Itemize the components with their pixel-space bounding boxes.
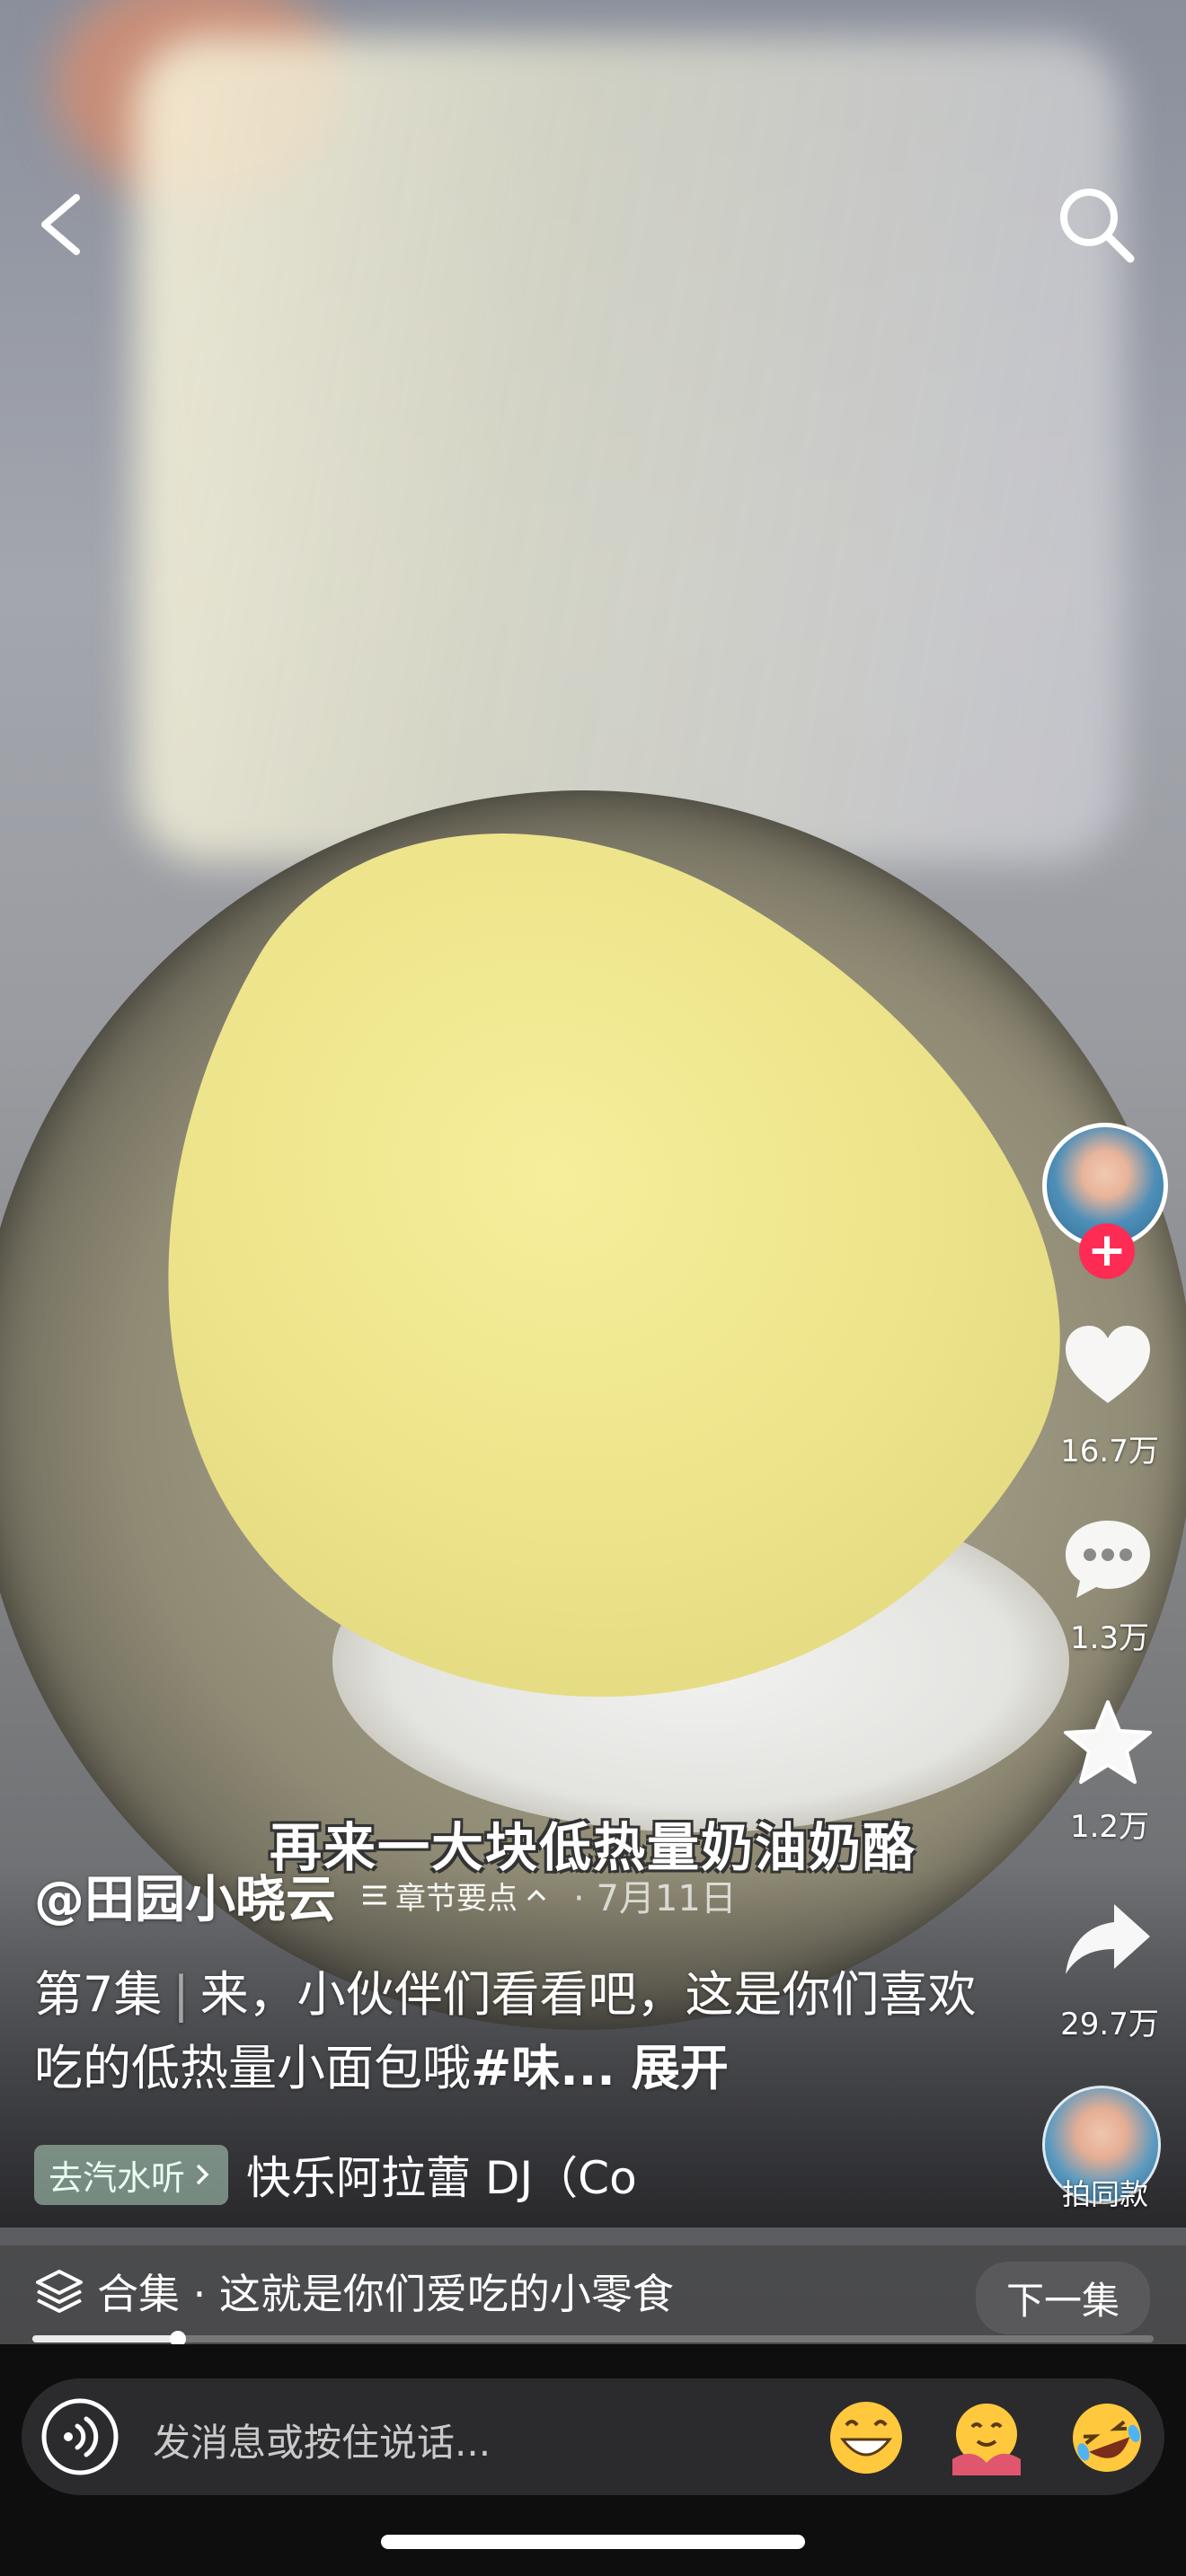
comment-icon [1066, 1521, 1150, 1598]
share-button[interactable] [1060, 1895, 1155, 1985]
post-description[interactable]: 第7集 | 来，小伙伴们看看吧，这是你们喜欢吃的低热量小面包哦#味... 展开 [34, 1958, 987, 2105]
chevron-up-icon [527, 1889, 546, 1901]
music-row[interactable]: 去汽水听 快乐阿拉蕾 DJ（Co [34, 2142, 637, 2207]
favorite-count: 1.2万 [1069, 1809, 1150, 1845]
share-arrow-icon [1066, 1904, 1150, 1974]
same-style-label[interactable]: 拍同款 [1033, 2172, 1177, 2213]
favorite-button[interactable] [1060, 1698, 1155, 1787]
hashtag-link[interactable]: #味... [471, 2040, 615, 2096]
voice-input-button[interactable] [40, 2396, 120, 2477]
like-button[interactable] [1060, 1320, 1155, 1410]
video-progress-fill [32, 2335, 179, 2342]
collection-bar[interactable]: 合集 · 这就是你们爱吃的小零食 下一集 [0, 2245, 1186, 2344]
layers-icon [36, 2270, 83, 2313]
episode-separator: | [173, 1966, 190, 2023]
video-blurred-package [135, 36, 1123, 862]
hugging-face-icon [952, 2404, 1021, 2475]
chevron-right-icon [196, 2164, 209, 2185]
author-row: @田园小晓云 章节要点 · 7月11日 [34, 1859, 737, 1931]
post-date-text: 7月11日 [596, 1878, 737, 1919]
grinning-emoji-button[interactable] [825, 2396, 907, 2479]
star-icon [1064, 1700, 1152, 1784]
listen-in-qishui-chip[interactable]: 去汽水听 [34, 2144, 229, 2205]
chapter-label: 章节要点 [395, 1880, 518, 1917]
comment-button[interactable] [1060, 1513, 1155, 1603]
post-date: · 7月11日 [573, 1878, 737, 1919]
chevron-left-icon [41, 194, 80, 255]
like-count: 16.7万 [1060, 1434, 1159, 1469]
back-button[interactable] [27, 180, 99, 269]
chip-label: 去汽水听 [49, 2157, 186, 2198]
search-button[interactable] [1051, 180, 1141, 269]
follow-button[interactable]: + [1079, 1223, 1135, 1279]
next-episode-button[interactable]: 下一集 [975, 2262, 1150, 2334]
message-input[interactable]: 发消息或按住说话... [153, 2413, 491, 2467]
grinning-face-icon [830, 2402, 902, 2474]
heart-icon [1066, 1326, 1150, 1403]
video-progress-bar[interactable] [32, 2331, 1154, 2347]
comment-count: 1.3万 [1069, 1620, 1150, 1656]
laughing-emoji-button[interactable] [1066, 2396, 1148, 2479]
voice-wave-icon [41, 2398, 119, 2475]
author-name[interactable]: @田园小晓云 [34, 1859, 336, 1932]
collection-title: 合集 · 这就是你们爱吃的小零食 [97, 2270, 674, 2318]
rolling-laughing-icon [1073, 2404, 1141, 2472]
music-title[interactable]: 快乐阿拉蕾 DJ（Co [246, 2142, 637, 2207]
episode-label: 第7集 [34, 1966, 163, 2023]
home-indicator[interactable] [381, 2535, 805, 2549]
collection-label[interactable]: 合集 · 这就是你们爱吃的小零食 [34, 2262, 674, 2321]
list-icon [363, 1885, 386, 1905]
chapter-points-button[interactable]: 章节要点 [359, 1874, 550, 1918]
search-icon [1060, 189, 1135, 263]
expand-button[interactable]: 展开 [632, 2040, 729, 2096]
hugging-emoji-button[interactable] [945, 2396, 1028, 2479]
share-count: 29.7万 [1060, 2007, 1159, 2042]
